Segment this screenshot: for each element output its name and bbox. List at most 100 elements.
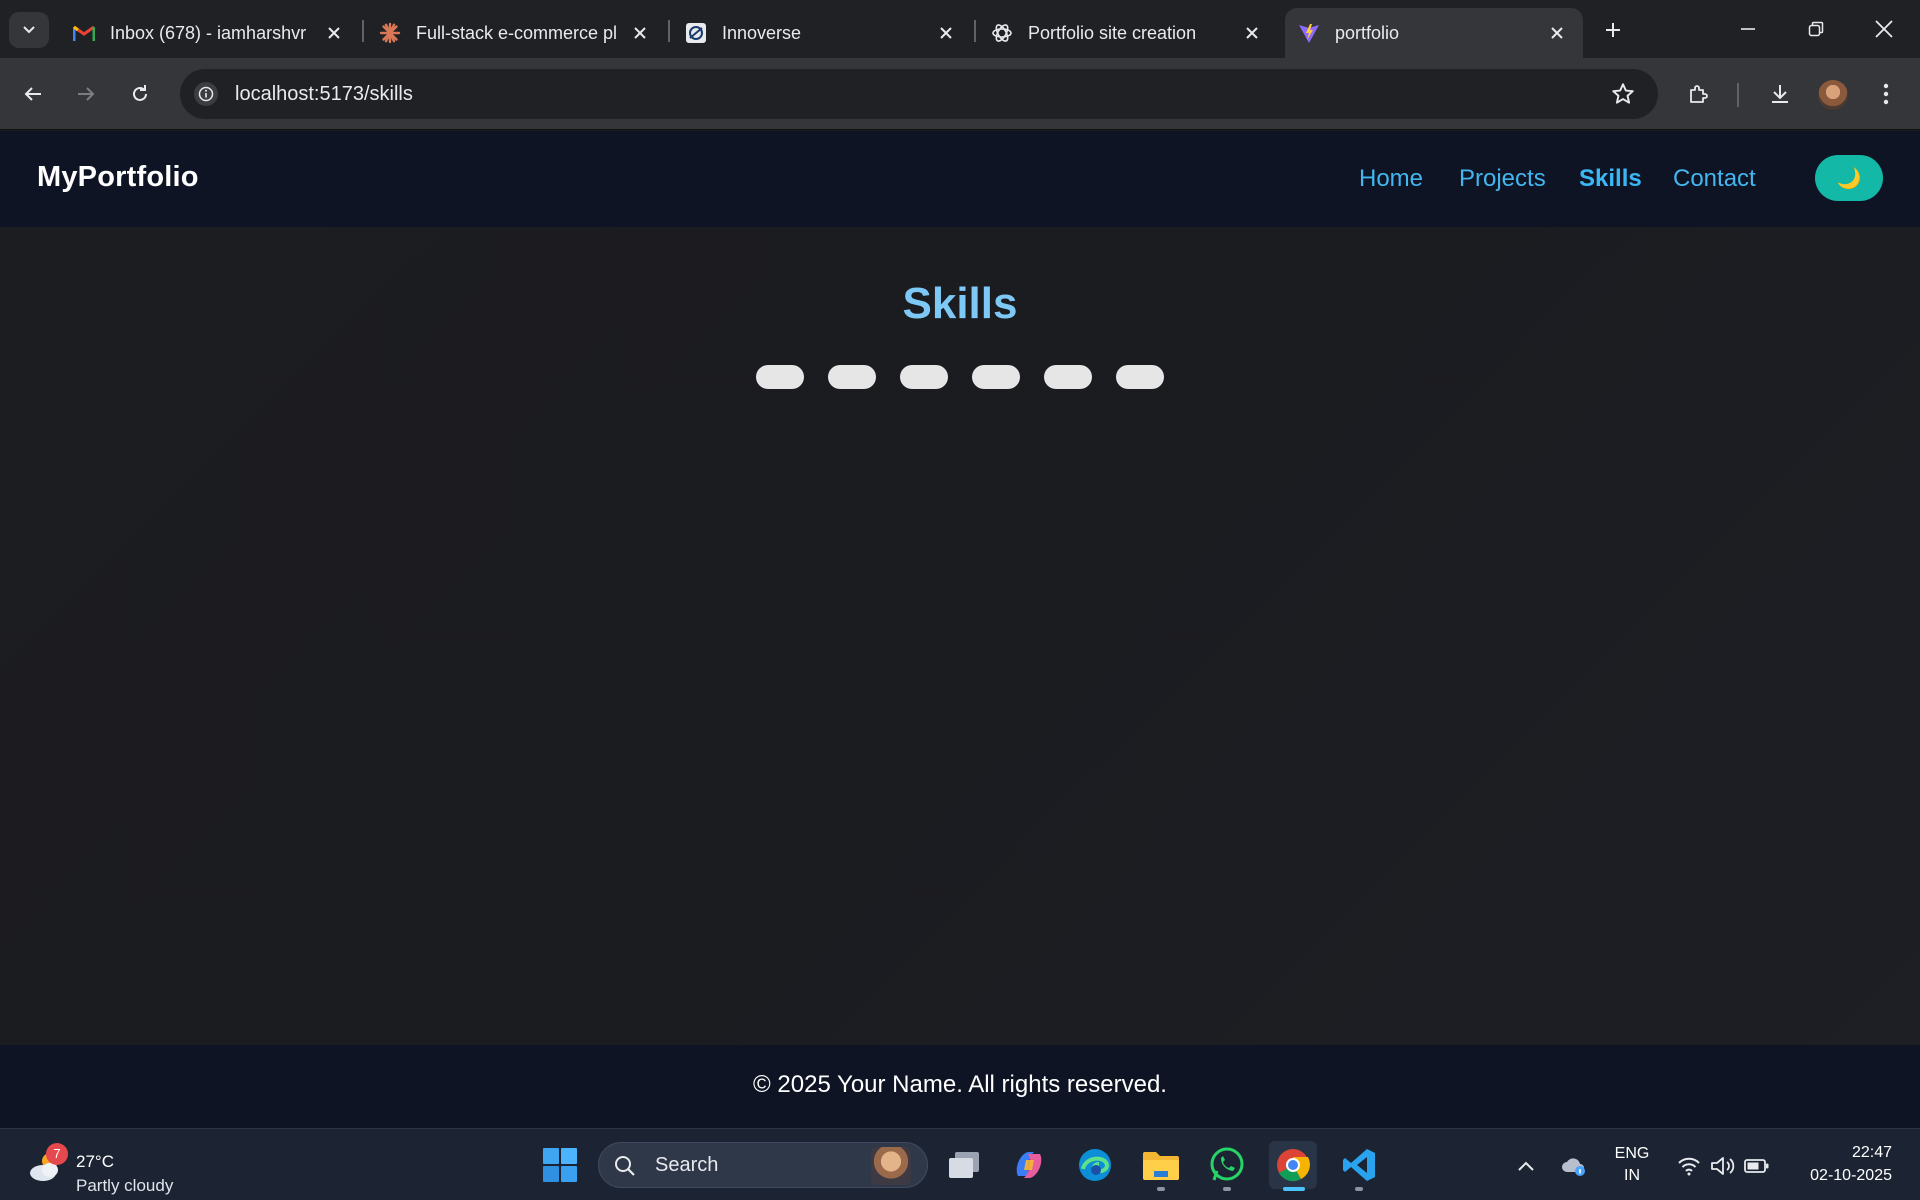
copilot-app[interactable] xyxy=(1005,1141,1053,1189)
site-footer: © 2025 Your Name. All rights reserved. xyxy=(0,1045,1920,1128)
puzzle-icon xyxy=(1690,85,1708,103)
file-explorer-app[interactable] xyxy=(1137,1141,1185,1191)
nav-skills[interactable]: Skills xyxy=(1579,165,1642,193)
chatgpt-icon xyxy=(990,21,1014,45)
search-label: Search xyxy=(655,1154,719,1176)
task-view-icon xyxy=(949,1152,979,1178)
claude-icon xyxy=(378,21,402,45)
tab-innoverse[interactable]: Innoverse xyxy=(672,8,972,58)
site-info-icon[interactable] xyxy=(194,82,218,106)
download-icon xyxy=(1772,85,1788,103)
extensions-button[interactable] xyxy=(1679,74,1719,114)
close-window-button[interactable] xyxy=(1850,0,1918,58)
tab-separator xyxy=(974,20,976,42)
close-icon[interactable] xyxy=(1545,21,1569,45)
notification-badge: 7 xyxy=(46,1143,68,1165)
wifi-status[interactable] xyxy=(1676,1153,1702,1179)
cloud-info-icon xyxy=(1562,1158,1585,1176)
tab-title: Full-stack e-commerce pl xyxy=(416,22,618,43)
restore-button[interactable] xyxy=(1782,0,1850,58)
skill-pill-list xyxy=(756,365,1164,389)
theme-toggle-button[interactable]: 🌙 xyxy=(1815,155,1883,201)
task-view-button[interactable] xyxy=(940,1141,988,1189)
tab-chatgpt[interactable]: Portfolio site creation xyxy=(978,8,1278,58)
weather-temp: 27°C xyxy=(76,1152,114,1171)
chrome-icon xyxy=(1277,1149,1310,1182)
clock-date: 02-10-2025 xyxy=(1810,1167,1892,1184)
url-text[interactable]: localhost:5173/skills xyxy=(235,83,413,106)
whatsapp-app[interactable] xyxy=(1203,1141,1251,1191)
running-indicator xyxy=(1355,1187,1363,1191)
onedrive-tray[interactable] xyxy=(1561,1153,1587,1179)
close-icon[interactable] xyxy=(322,21,346,45)
active-indicator xyxy=(1283,1187,1305,1191)
weather-widget[interactable]: 7 27°C Partly cloudy xyxy=(24,1141,194,1195)
moon-icon: 🌙 xyxy=(1836,167,1862,190)
nav-contact[interactable]: Contact xyxy=(1673,165,1756,193)
page-title: Skills xyxy=(902,279,1018,328)
reload-button[interactable] xyxy=(120,74,160,114)
downloads-button[interactable] xyxy=(1760,74,1800,114)
wifi-icon xyxy=(1678,1157,1700,1176)
brand-logo[interactable]: MyPortfolio xyxy=(37,161,199,194)
nav-home[interactable]: Home xyxy=(1359,165,1423,193)
close-icon[interactable] xyxy=(628,21,652,45)
skill-pill xyxy=(900,365,948,389)
tab-title: Innoverse xyxy=(722,22,802,43)
edge-icon xyxy=(1079,1149,1111,1181)
arrow-right-icon xyxy=(78,87,95,101)
taskbar-search[interactable]: Search xyxy=(598,1142,928,1188)
tab-separator xyxy=(668,20,670,42)
tab-title: Inbox (678) - iamharshvr xyxy=(110,22,307,43)
input-language[interactable]: ENG IN xyxy=(1612,1143,1652,1187)
whatsapp-icon xyxy=(1210,1147,1244,1181)
vite-icon xyxy=(1297,21,1321,45)
plus-icon xyxy=(1606,23,1620,37)
tab-title: Portfolio site creation xyxy=(1028,22,1197,43)
system-clock[interactable]: 22:47 02-10-2025 xyxy=(1792,1141,1892,1187)
copilot-icon xyxy=(1016,1152,1042,1178)
new-tab-button[interactable] xyxy=(1597,12,1629,48)
forward-button[interactable] xyxy=(66,74,106,114)
battery-icon xyxy=(1744,1159,1769,1173)
minimize-icon xyxy=(1741,28,1755,30)
start-button[interactable] xyxy=(536,1141,584,1189)
footer-copyright: © 2025 Your Name. All rights reserved. xyxy=(753,1071,1167,1098)
battery-status[interactable] xyxy=(1744,1153,1770,1179)
tab-search-button[interactable] xyxy=(9,12,49,48)
volume-status[interactable] xyxy=(1710,1153,1736,1179)
tab-gmail[interactable]: Inbox (678) - iamharshvr xyxy=(60,8,360,58)
site-navbar: MyPortfolio Home Projects Skills Contact… xyxy=(0,131,1920,227)
tab-strip: Inbox (678) - iamharshvr Full-stack e-co… xyxy=(0,0,1920,58)
bookmark-star-icon[interactable] xyxy=(1610,81,1636,107)
page-viewport: MyPortfolio Home Projects Skills Contact… xyxy=(0,131,1920,1128)
more-vertical-icon xyxy=(1883,83,1889,105)
profile-avatar[interactable] xyxy=(1818,80,1848,110)
skill-pill xyxy=(1044,365,1092,389)
nav-projects[interactable]: Projects xyxy=(1459,165,1546,193)
vscode-app[interactable] xyxy=(1335,1141,1383,1191)
minimize-button[interactable] xyxy=(1714,0,1782,58)
gmail-icon xyxy=(72,21,96,45)
weather-condition: Partly cloudy xyxy=(76,1176,174,1195)
restore-icon xyxy=(1808,21,1824,37)
back-button[interactable] xyxy=(13,74,53,114)
taskbar: 7 27°C Partly cloudy Search ENG IN 22:47… xyxy=(0,1128,1920,1200)
address-bar[interactable]: localhost:5173/skills xyxy=(180,69,1658,119)
skill-pill xyxy=(828,365,876,389)
close-icon[interactable] xyxy=(934,21,958,45)
chrome-app[interactable] xyxy=(1269,1141,1317,1191)
browser-menu-button[interactable] xyxy=(1866,74,1906,114)
vscode-icon xyxy=(1343,1149,1375,1181)
lang-line-1: ENG xyxy=(1614,1145,1650,1162)
toolbar-divider xyxy=(1737,83,1739,107)
skill-pill xyxy=(972,365,1020,389)
tab-claude[interactable]: Full-stack e-commerce pl xyxy=(366,8,666,58)
close-icon[interactable] xyxy=(1240,21,1264,45)
tab-portfolio[interactable]: portfolio xyxy=(1285,8,1583,58)
running-indicator xyxy=(1157,1187,1165,1191)
edge-app[interactable] xyxy=(1071,1141,1119,1189)
skill-pill xyxy=(756,365,804,389)
folder-icon xyxy=(1143,1152,1179,1180)
tray-overflow-button[interactable] xyxy=(1513,1153,1539,1179)
